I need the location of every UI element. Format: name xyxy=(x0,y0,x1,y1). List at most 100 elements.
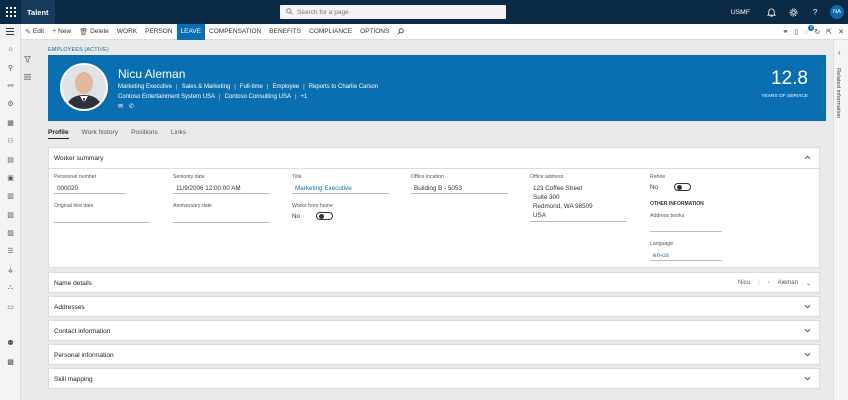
edit-button[interactable]: ✎ Edit xyxy=(21,24,48,40)
attachment-icon[interactable]: ◌ 0 xyxy=(804,24,815,36)
rehire-toggle[interactable] xyxy=(674,183,691,191)
tab-compliance[interactable]: COMPLIANCE xyxy=(305,24,356,40)
section-title: Worker summary xyxy=(54,154,104,162)
chevron-down-icon[interactable]: ⌄ xyxy=(806,280,811,287)
app-name[interactable]: Talent xyxy=(21,0,55,24)
people-icon[interactable]: ⚇ xyxy=(0,132,21,150)
email-icon[interactable]: ✉ xyxy=(118,103,123,110)
personal-information-section[interactable]: Personal information xyxy=(48,344,820,365)
address-line-1: 123 Coffee Street xyxy=(533,185,583,192)
calendar-icon[interactable]: ▦ xyxy=(0,114,21,132)
legal-entity-2: Contoso Consulting USA xyxy=(224,94,291,100)
app-launcher-icon[interactable] xyxy=(0,0,21,24)
chevron-down-icon[interactable] xyxy=(804,304,811,311)
phone-icon[interactable]: ✆ xyxy=(129,103,134,110)
original-hire-date-field[interactable] xyxy=(54,212,150,223)
contact-information-header[interactable]: Contact information xyxy=(49,321,819,342)
works-from-home-toggle[interactable] xyxy=(316,212,333,220)
last-name-summary: Aleman xyxy=(777,280,798,286)
list-view-icon[interactable] xyxy=(21,68,34,86)
related-information-pane[interactable]: ‹ Related information xyxy=(833,40,848,400)
filter-icon[interactable] xyxy=(21,50,34,68)
workspace-icon-1[interactable]: ⚲ xyxy=(0,58,21,76)
gear-icon[interactable] xyxy=(782,0,804,24)
address-books-field[interactable] xyxy=(650,221,722,232)
company-picker[interactable]: USMF xyxy=(721,9,760,16)
new-button[interactable]: + New xyxy=(48,24,75,40)
contact-information-section[interactable]: Contact information xyxy=(48,320,820,341)
reports-to[interactable]: Reports to Charlie Carson xyxy=(309,84,378,90)
department: Sales & Marketing xyxy=(181,84,231,90)
office-location-field[interactable]: Building B - 5053 xyxy=(411,183,508,194)
left-navigation: ⌂ ⚲ ⚯ ⚙ ▦ ⚇ ▤ ▣ ▥ ▧ ▨ ☰ ⚶ ⛬ ▭ ⚉ ▩ xyxy=(0,40,21,400)
language-field[interactable]: en-us xyxy=(650,250,722,261)
document-person-icon[interactable]: ▣ xyxy=(0,169,21,187)
anniversary-date-field[interactable] xyxy=(173,212,270,223)
open-new-window-icon[interactable]: ⇱ xyxy=(826,28,832,36)
rehire-label: Rehire xyxy=(650,174,666,180)
tab-profile[interactable]: Profile xyxy=(48,129,69,139)
more-entities[interactable]: +1 xyxy=(301,94,308,100)
office-address-underline xyxy=(530,221,627,222)
chevron-down-icon[interactable] xyxy=(804,328,811,335)
office-icon[interactable]: ▯ xyxy=(794,28,798,36)
job-title: Marketing Executive xyxy=(118,84,173,90)
name-details-section[interactable]: Name details Nicu | › Aleman ⌄ xyxy=(48,272,820,293)
bell-icon[interactable] xyxy=(760,0,782,24)
refresh-icon[interactable]: ↻ xyxy=(814,28,820,36)
flow-icon[interactable]: ⚶ xyxy=(0,261,21,279)
doc-stack-icon[interactable]: ▨ xyxy=(0,224,21,242)
tab-compensation[interactable]: COMPENSATION xyxy=(205,24,265,40)
skill-mapping-header[interactable]: Skill mapping xyxy=(49,369,819,390)
personnel-number-field[interactable]: 000020 xyxy=(54,183,126,194)
action-search-icon[interactable] xyxy=(393,24,408,40)
seniority-date-field[interactable]: 11/9/2006 12:00:00 AM xyxy=(173,183,270,194)
search-placeholder: Search for a page xyxy=(297,8,349,16)
tab-links[interactable]: Links xyxy=(171,129,186,139)
team-icon[interactable]: ⚉ xyxy=(0,334,21,352)
chat-icon[interactable]: ▭ xyxy=(0,297,21,315)
worker-summary-header[interactable]: Worker summary xyxy=(49,148,819,169)
chevron-left-icon[interactable]: ‹ xyxy=(838,48,841,57)
tab-work-history[interactable]: Work history xyxy=(82,129,119,139)
office-location-label: Office location xyxy=(411,174,444,180)
chevron-down-icon[interactable] xyxy=(804,352,811,359)
tab-positions[interactable]: Positions xyxy=(131,129,158,139)
action-bar: ✎ Edit + New 🗑 Delete WORK PERSON LEAVE … xyxy=(0,23,848,40)
home-icon[interactable]: ⌂ xyxy=(0,40,21,58)
tab-person[interactable]: PERSON xyxy=(141,24,176,40)
tab-work[interactable]: WORK xyxy=(113,24,141,40)
workspace-icon-2[interactable]: ⚯ xyxy=(0,77,21,95)
personal-information-header[interactable]: Personal information xyxy=(49,345,819,366)
board-icon[interactable]: ▥ xyxy=(0,187,21,205)
employment-type: Full-time xyxy=(239,84,263,90)
tab-options[interactable]: OPTIONS xyxy=(356,24,393,40)
original-hire-date-label: Original hire date xyxy=(54,203,94,209)
chevron-up-icon[interactable] xyxy=(804,155,811,162)
search-box[interactable]: Search for a page xyxy=(280,5,506,19)
title-field[interactable]: Marketing Executive xyxy=(292,183,389,194)
plus-icon: + xyxy=(52,28,57,35)
skill-mapping-section[interactable]: Skill mapping xyxy=(48,368,820,389)
help-icon[interactable]: ? xyxy=(804,0,826,24)
list-icon[interactable]: ☰ xyxy=(0,242,21,260)
chevron-down-icon[interactable] xyxy=(804,376,811,383)
tab-leave[interactable]: LEAVE xyxy=(176,23,206,40)
close-icon[interactable]: ✕ xyxy=(838,28,844,36)
hamburger-icon[interactable] xyxy=(0,23,21,40)
employee-photo xyxy=(60,63,108,111)
link-icon[interactable]: ⚭ xyxy=(782,28,788,36)
addresses-header[interactable]: Addresses xyxy=(49,297,819,318)
form-icon[interactable]: ▧ xyxy=(0,206,21,224)
delete-button[interactable]: 🗑 Delete xyxy=(75,24,113,40)
addresses-section[interactable]: Addresses xyxy=(48,296,820,317)
workspace-icon-3[interactable]: ⚙ xyxy=(0,95,21,113)
user-avatar[interactable]: NA xyxy=(830,5,844,19)
briefcase-icon[interactable]: ▩ xyxy=(0,353,21,371)
name-details-header[interactable]: Name details Nicu | › Aleman ⌄ xyxy=(49,273,819,294)
tab-benefits[interactable]: BENEFITS xyxy=(265,24,305,40)
document-icon[interactable]: ▤ xyxy=(0,150,21,168)
page-caption: EMPLOYEES (ACTIVE) xyxy=(48,47,109,53)
org-chart-icon[interactable]: ⛬ xyxy=(0,279,21,297)
page-tabs: Profile Work history Positions Links xyxy=(48,129,186,139)
